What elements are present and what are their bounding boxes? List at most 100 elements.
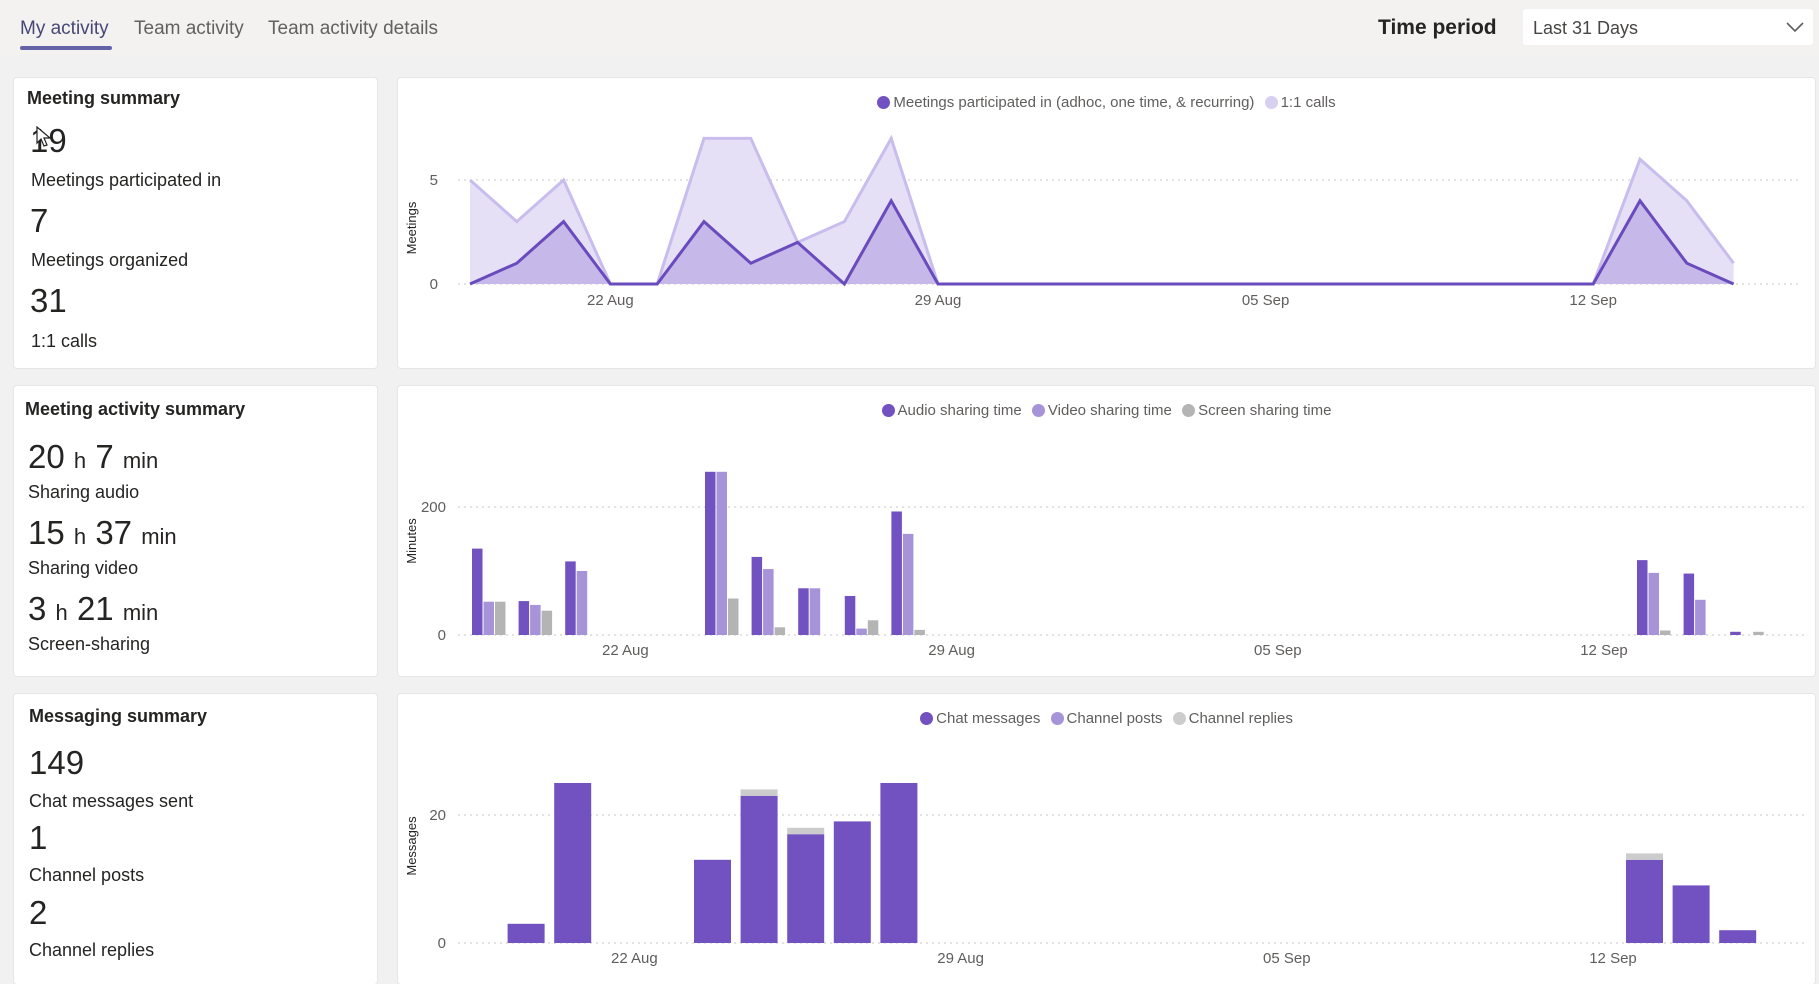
- meetings-line: [469, 197, 1735, 287]
- sharing-time-bar-chart: 0 200Minutes 22 Aug 29 Aug 05 Sep 12 Sep: [404, 471, 1808, 659]
- channel-replies-value: 2: [29, 894, 48, 931]
- tab-team-activity-details[interactable]: Team activity details: [268, 18, 438, 40]
- y-tick-label: 5: [430, 172, 438, 189]
- x-tick-label: 05 Sep: [1263, 950, 1311, 967]
- bar: [891, 511, 902, 635]
- tab-my-activity[interactable]: My activity: [20, 18, 109, 40]
- chat-messages-label: Chat messages sent: [29, 791, 194, 811]
- bar: [728, 598, 739, 635]
- bar: [809, 588, 821, 635]
- bar: [751, 556, 763, 635]
- time-period-dropdown[interactable]: Last 31 Days: [1523, 9, 1813, 45]
- x-tick-label: 12 Sep: [1589, 950, 1637, 967]
- y-tick-label: 20: [429, 807, 446, 824]
- x-tick-label: 05 Sep: [1242, 292, 1290, 309]
- bar: [1660, 630, 1671, 635]
- y-tick-label: 0: [430, 276, 438, 293]
- meeting-activity-summary-title: Meeting activity summary: [25, 399, 246, 419]
- bar: [798, 588, 809, 635]
- time-period-value: Last 31 Days: [1533, 18, 1639, 38]
- calls-area: [470, 138, 1734, 284]
- meetings-area-chart: 0 5 Meetings 22 Aug 29 Aug 05 Sep 12 Sep: [404, 134, 1798, 309]
- meetings-participated-label: Meetings participated in: [31, 170, 222, 190]
- meetings-organized-label: Meetings organized: [31, 250, 189, 270]
- bar: [844, 595, 856, 635]
- channel-posts-value: 1: [29, 819, 48, 856]
- channel-posts-label: Channel posts: [29, 865, 145, 885]
- meeting-summary-title: Meeting summary: [27, 88, 181, 108]
- bar: [1626, 859, 1663, 943]
- bar: [1648, 572, 1659, 635]
- bar: [565, 561, 576, 635]
- top-bar: My activity Team activity Team activity …: [0, 0, 1819, 55]
- sharing-time-chart-card: Audio sharing time Video sharing time Sc…: [398, 386, 1815, 676]
- bar: [787, 827, 825, 835]
- bar: [763, 569, 774, 635]
- bar: [472, 548, 483, 635]
- bar: [694, 859, 731, 943]
- meetings-area: [470, 200, 1734, 284]
- messaging-summary-title: Messaging summary: [29, 706, 208, 726]
- x-tick-label: 12 Sep: [1569, 292, 1617, 309]
- bar: [914, 629, 925, 635]
- bar: [483, 601, 494, 635]
- y-tick-label: 200: [421, 499, 446, 516]
- meeting-summary-card: Meeting summary 19 Meetings participated…: [14, 78, 377, 368]
- bar: [902, 533, 914, 635]
- time-period-label: Time period: [1378, 16, 1497, 39]
- tab-team-activity[interactable]: Team activity: [134, 18, 244, 40]
- meeting-activity-summary-card: Meeting activity summary 20 h 7 min Shar…: [14, 386, 377, 676]
- bar: [856, 628, 867, 635]
- bar: [705, 471, 716, 635]
- x-tick-label: 29 Aug: [937, 950, 984, 967]
- x-tick-label: 29 Aug: [915, 292, 962, 309]
- messaging-summary-card: Messaging summary 149 Chat messages sent…: [14, 694, 377, 984]
- bar: [1683, 573, 1695, 635]
- chat-messages-value: 149: [29, 744, 85, 781]
- y-tick-label: 0: [438, 935, 446, 952]
- mouse-cursor-icon: [36, 126, 52, 147]
- bar: [833, 821, 871, 943]
- bar: [541, 610, 553, 635]
- active-tab-indicator: [20, 46, 112, 50]
- channel-replies-label: Channel replies: [29, 940, 155, 960]
- bar: [507, 923, 545, 943]
- x-tick-label: 05 Sep: [1254, 642, 1302, 659]
- bar: [1695, 599, 1706, 635]
- bar: [1637, 560, 1648, 635]
- screen-sharing-value: 3 h 21 min: [28, 590, 159, 627]
- meetings-organized-value: 7: [30, 202, 49, 239]
- x-tick-label: 12 Sep: [1580, 642, 1628, 659]
- bar: [1719, 930, 1757, 943]
- video-sharing-label: Sharing video: [28, 558, 139, 578]
- bar: [787, 834, 825, 943]
- x-tick-label: 22 Aug: [602, 642, 649, 659]
- x-tick-label: 22 Aug: [611, 950, 658, 967]
- bar: [518, 601, 530, 635]
- bar: [716, 471, 727, 635]
- calls-value: 31: [30, 282, 67, 319]
- x-tick-label: 29 Aug: [928, 642, 975, 659]
- audio-sharing-label: Sharing audio: [28, 482, 140, 502]
- bar: [495, 601, 506, 635]
- chevron-down-icon: [1786, 22, 1804, 33]
- bar: [740, 789, 778, 796]
- bar: [880, 783, 918, 943]
- bar: [740, 795, 778, 943]
- bar: [554, 783, 592, 943]
- bar: [1753, 631, 1764, 635]
- y-axis-label: Messages: [404, 816, 419, 876]
- bar: [1730, 631, 1741, 635]
- y-axis-label: Minutes: [404, 518, 419, 564]
- bar: [867, 620, 879, 635]
- bar: [1672, 885, 1710, 943]
- bar: [1626, 853, 1663, 860]
- meetings-chart-card: Meetings participated in (adhoc, one tim…: [398, 78, 1815, 368]
- calls-label: 1:1 calls: [31, 331, 98, 351]
- y-tick-label: 0: [438, 627, 446, 644]
- y-axis-label: Meetings: [404, 201, 419, 254]
- audio-sharing-value: 20 h 7 min: [28, 438, 159, 475]
- video-sharing-value: 15 h 37 min: [28, 514, 177, 551]
- x-tick-label: 22 Aug: [587, 292, 634, 309]
- bar: [530, 604, 541, 635]
